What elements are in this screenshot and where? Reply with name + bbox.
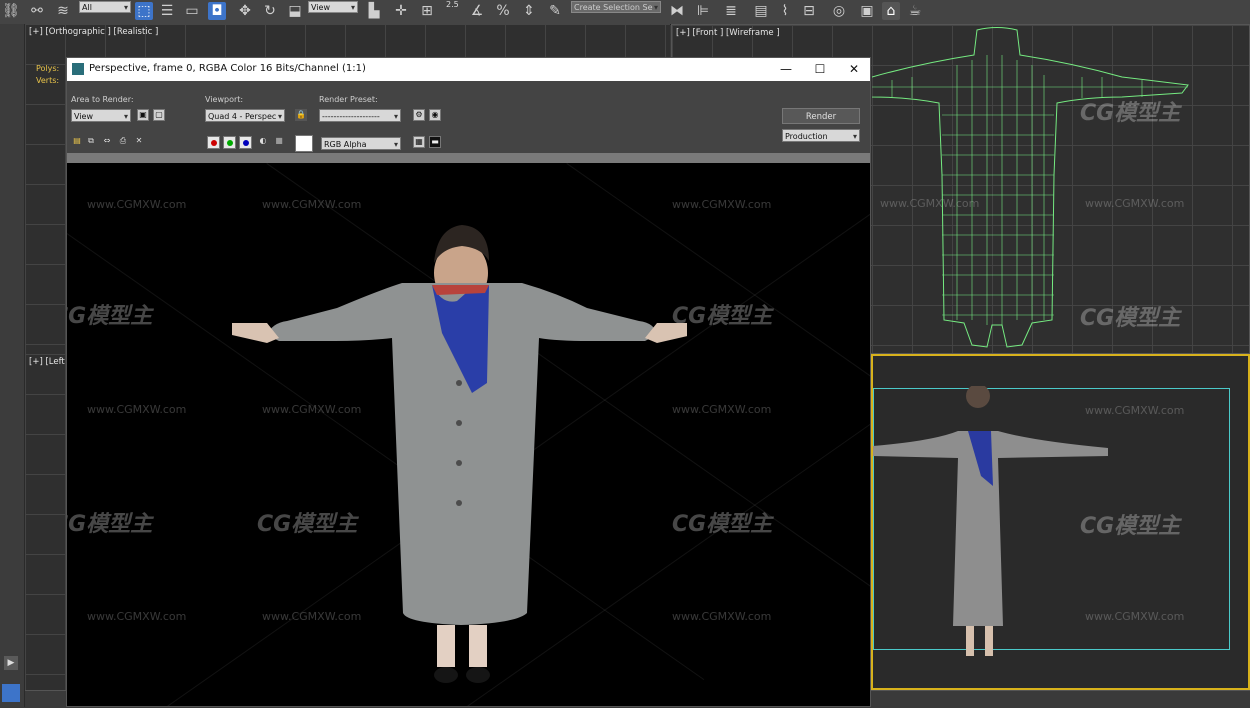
render-canvas: www.CGMXW.com www.CGMXW.com www.CGMXW.co… bbox=[67, 163, 870, 706]
curve-editor-icon[interactable]: ⌇ bbox=[776, 2, 794, 20]
app-icon bbox=[72, 63, 84, 75]
edit-named-sel-icon[interactable]: ✎ bbox=[546, 2, 564, 20]
close-button[interactable]: ✕ bbox=[837, 58, 871, 81]
select-icon[interactable]: ⬚ bbox=[135, 2, 153, 20]
channel-dropdown[interactable]: RGB Alpha bbox=[321, 137, 401, 151]
move-icon[interactable]: ✥ bbox=[236, 2, 254, 20]
rendered-character bbox=[232, 225, 687, 683]
edit-region-icon[interactable]: ▣ bbox=[137, 109, 149, 121]
mirror-icon[interactable]: ⧓ bbox=[668, 2, 686, 20]
watermark-logo: CG模型主 bbox=[672, 304, 773, 329]
named-selection-field[interactable]: Create Selection Se bbox=[571, 1, 661, 14]
watermark-url: www.CGMXW.com bbox=[262, 198, 362, 211]
render-options-panel: Area to Render: View ▣ ▢ Viewport: Quad … bbox=[67, 81, 870, 153]
watermark-logo: CG模型主 bbox=[67, 304, 153, 329]
monochrome-icon[interactable]: ■ bbox=[273, 136, 285, 148]
ref-coord-dropdown[interactable]: View bbox=[308, 1, 358, 14]
alpha-channel-icon[interactable]: ◐ bbox=[257, 136, 269, 148]
watermark-url: www.CGMXW.com bbox=[880, 197, 980, 210]
toggle-ui-icon[interactable]: ▬ bbox=[429, 136, 441, 148]
rendered-frame-window: Perspective, frame 0, RGBA Color 16 Bits… bbox=[66, 57, 871, 707]
selection-filter-dropdown[interactable]: All bbox=[79, 1, 131, 14]
save-image-icon[interactable]: ▤ bbox=[71, 136, 83, 148]
watermark-url: www.CGMXW.com bbox=[1085, 610, 1185, 623]
left-tool-strip: ▶ bbox=[0, 24, 25, 707]
area-to-render-label: Area to Render: bbox=[71, 95, 134, 104]
viewport-perspective[interactable] bbox=[871, 354, 1250, 690]
stats-polys: Polys: bbox=[36, 64, 60, 73]
keyboard-shortcut-icon[interactable]: ⊞ bbox=[418, 2, 436, 20]
viewport-label[interactable]: [+] [Front ] [Wireframe ] bbox=[676, 28, 780, 38]
percent-snap-icon[interactable]: % bbox=[494, 2, 512, 20]
layer-icon[interactable]: ≣ bbox=[722, 2, 740, 20]
window-titlebar[interactable]: Perspective, frame 0, RGBA Color 16 Bits… bbox=[67, 58, 870, 81]
render-setup-icon[interactable]: ⚙ bbox=[413, 109, 425, 121]
viewport-label[interactable]: [+] [Left bbox=[29, 357, 65, 367]
unlink-icon[interactable]: ⚯ bbox=[28, 2, 46, 20]
watermark-url: www.CGMXW.com bbox=[1085, 197, 1185, 210]
align-icon[interactable]: ⊫ bbox=[694, 2, 712, 20]
spinner-snap-icon[interactable]: ⇕ bbox=[520, 2, 538, 20]
bind-icon[interactable]: ≋ bbox=[54, 2, 72, 20]
rect-region-icon[interactable]: ▭ bbox=[183, 2, 201, 20]
render-preset-dropdown[interactable]: -------------------- bbox=[319, 109, 401, 123]
pivot-icon[interactable]: ▙ bbox=[365, 2, 383, 20]
viewport-label[interactable]: [+] [Orthographic ] [Realistic ] bbox=[29, 27, 158, 37]
render-progress-bar bbox=[67, 153, 870, 163]
viewport-dropdown[interactable]: Quad 4 - Perspec bbox=[205, 109, 285, 123]
copy-image-icon[interactable]: ⧉ bbox=[85, 136, 97, 148]
watermark-logo: CG模型主 bbox=[1080, 306, 1181, 331]
scale-icon[interactable]: ⬓ bbox=[286, 2, 304, 20]
angle-snap-icon[interactable]: ∡ bbox=[468, 2, 486, 20]
area-to-render-dropdown[interactable]: View bbox=[71, 109, 131, 123]
render-frame-icon[interactable]: ⌂ bbox=[882, 2, 900, 20]
clear-icon[interactable]: ✕ bbox=[133, 136, 145, 148]
watermark-url: www.CGMXW.com bbox=[87, 198, 187, 211]
watermark-logo: CG模型主 bbox=[1080, 101, 1181, 126]
watermark-logo: CG模型主 bbox=[67, 512, 153, 537]
viewport-label: Viewport: bbox=[205, 95, 244, 104]
production-dropdown[interactable]: Production bbox=[782, 129, 860, 143]
schematic-view-icon[interactable]: ⊟ bbox=[800, 2, 818, 20]
window-title: Perspective, frame 0, RGBA Color 16 Bits… bbox=[89, 63, 366, 74]
auto-region-icon[interactable]: ▢ bbox=[153, 109, 165, 121]
watermark-logo: CG模型主 bbox=[1080, 514, 1181, 539]
watermark-url: www.CGMXW.com bbox=[1085, 404, 1185, 417]
watermark-url: www.CGMXW.com bbox=[672, 198, 772, 211]
rotate-icon[interactable]: ↻ bbox=[261, 2, 279, 20]
render-setup-icon[interactable]: ▣ bbox=[858, 2, 876, 20]
minimize-button[interactable]: — bbox=[769, 58, 803, 81]
window-crossing-icon[interactable]: ◘ bbox=[208, 2, 226, 20]
watermark-url: www.CGMXW.com bbox=[87, 403, 187, 416]
select-manipulate-icon[interactable]: ✛ bbox=[392, 2, 410, 20]
maximize-button[interactable]: ☐ bbox=[803, 58, 837, 81]
play-icon[interactable]: ▶ bbox=[4, 656, 18, 670]
render-preset-label: Render Preset: bbox=[319, 95, 378, 104]
link-icon[interactable]: ⛓ bbox=[2, 2, 20, 20]
main-toolbar: ⛓ ⚯ ≋ All ⬚ ☰ ▭ ◘ ✥ ↻ ⬓ View ▙ ✛ ⊞ 2.5 ∡… bbox=[0, 0, 1250, 25]
select-by-name-icon[interactable]: ☰ bbox=[158, 2, 176, 20]
render-teapot-icon[interactable]: ☕ bbox=[906, 2, 924, 20]
green-channel-toggle[interactable] bbox=[223, 136, 236, 149]
lock-icon[interactable]: 🔒 bbox=[295, 109, 307, 121]
angle-snap-value: 2.5 bbox=[446, 0, 459, 9]
watermark-url: www.CGMXW.com bbox=[87, 610, 187, 623]
display-channel-icon[interactable]: ▦ bbox=[413, 136, 425, 148]
grid-view-icon[interactable] bbox=[2, 684, 20, 702]
render-button[interactable]: Render bbox=[782, 108, 860, 124]
print-icon[interactable]: ⎙ bbox=[117, 136, 129, 148]
stats-verts: Verts: bbox=[36, 76, 60, 85]
scene-explorer-icon[interactable]: ▤ bbox=[752, 2, 770, 20]
environment-icon[interactable]: ◉ bbox=[429, 109, 441, 121]
blue-channel-toggle[interactable] bbox=[239, 136, 252, 149]
red-channel-toggle[interactable] bbox=[207, 136, 220, 149]
color-swatch[interactable] bbox=[295, 135, 313, 152]
material-editor-icon[interactable]: ◎ bbox=[830, 2, 848, 20]
clone-window-icon[interactable]: ⇔ bbox=[101, 136, 113, 148]
watermark-logo: CG模型主 bbox=[672, 512, 773, 537]
